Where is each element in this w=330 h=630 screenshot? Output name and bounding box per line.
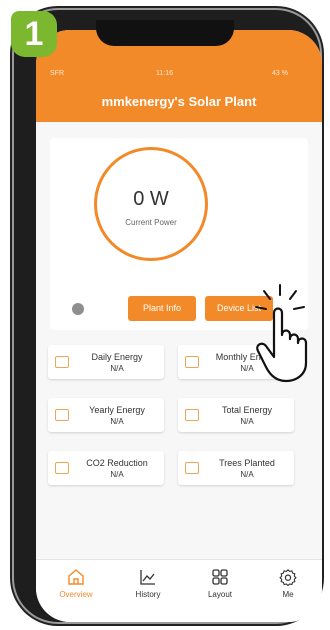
calendar-icon	[55, 356, 69, 368]
step-badge: 1	[11, 11, 57, 57]
grid-icon	[212, 569, 228, 585]
battery-level: 43 %	[272, 70, 288, 77]
carrier-label: SFR	[50, 70, 64, 77]
yearly-energy-card[interactable]: Yearly Energy N/A	[48, 398, 164, 432]
trees-planted-label: Trees Planted	[219, 458, 275, 468]
chart-icon	[140, 570, 155, 585]
nav-history[interactable]: History	[118, 568, 178, 599]
home-icon	[68, 569, 84, 585]
total-energy-value: N/A	[240, 417, 254, 426]
nav-me-label: Me	[282, 590, 294, 599]
calendar-month-icon	[185, 356, 199, 368]
trees-planted-value: N/A	[240, 470, 254, 479]
car-icon	[55, 462, 69, 474]
nav-me[interactable]: Me	[258, 568, 318, 599]
bar-chart-icon	[55, 409, 69, 421]
status-bar: SFR 11:16 43 %	[36, 70, 322, 82]
current-power-value: 0 W	[133, 188, 169, 210]
nav-history-label: History	[135, 590, 161, 599]
daily-energy-label: Daily Energy	[91, 352, 143, 362]
status-indicator-dot	[72, 303, 84, 315]
current-power-gauge: 0 W Current Power	[94, 147, 208, 261]
bottom-nav: Overview History Layout Me	[36, 559, 322, 622]
daily-energy-card[interactable]: Daily Energy N/A	[48, 345, 164, 379]
page-title: mmkenergy's Solar Plant	[101, 94, 257, 109]
nav-overview[interactable]: Overview	[46, 568, 106, 599]
total-energy-card[interactable]: Total Energy N/A	[178, 398, 294, 432]
tap-hand-icon	[255, 284, 308, 383]
nav-overview-label: Overview	[59, 590, 93, 599]
clock: 11:16	[156, 70, 173, 77]
co2-reduction-card[interactable]: CO2 Reduction N/A	[48, 451, 164, 485]
gear-icon	[279, 569, 297, 586]
yearly-energy-label: Yearly Energy	[89, 405, 145, 415]
phone-notch	[96, 20, 234, 46]
yearly-energy-value: N/A	[110, 417, 124, 426]
trees-icon	[185, 462, 199, 474]
nav-layout[interactable]: Layout	[190, 568, 250, 599]
co2-reduction-label: CO2 Reduction	[86, 458, 148, 468]
plant-info-button[interactable]: Plant Info	[128, 296, 196, 321]
total-energy-label: Total Energy	[221, 405, 273, 415]
trees-planted-card[interactable]: Trees Planted N/A	[178, 451, 294, 485]
co2-reduction-value: N/A	[110, 470, 124, 479]
current-power-label: Current Power	[125, 218, 177, 227]
daily-energy-value: N/A	[110, 364, 124, 373]
line-chart-icon	[185, 409, 199, 421]
nav-layout-label: Layout	[207, 590, 233, 599]
